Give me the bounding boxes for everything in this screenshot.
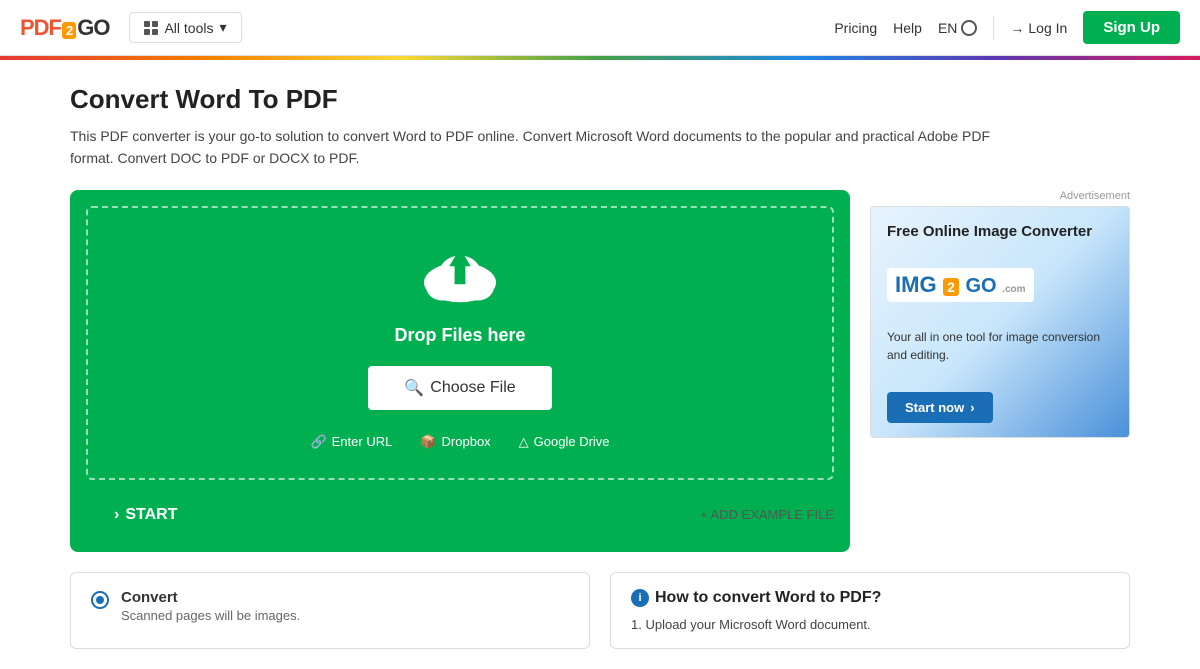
chevron-down-icon: ▾ (220, 19, 227, 36)
upload-options: 🔗 Enter URL 📦 Dropbox △ Google Drive (310, 434, 609, 450)
dropbox-icon: 📦 (420, 434, 436, 450)
start-label: START (125, 506, 177, 524)
howto-title: i How to convert Word to PDF? (631, 589, 1109, 607)
pricing-link[interactable]: Pricing (834, 20, 877, 36)
all-tools-button[interactable]: All tools ▾ (129, 12, 241, 43)
radio-inner (96, 596, 104, 604)
google-drive-icon: △ (519, 434, 529, 450)
signup-button[interactable]: Sign Up (1083, 11, 1180, 44)
login-label: Log In (1028, 20, 1067, 36)
upload-zone-wrap: Drop Files here 🔍 Choose File 🔗 Enter UR… (70, 190, 850, 552)
main-content: Convert Word To PDF This PDF converter i… (50, 60, 1150, 669)
enter-url-link[interactable]: 🔗 Enter URL (310, 434, 392, 450)
add-example-label: + ADD EXAMPLE FILE (700, 507, 834, 522)
dropbox-label: Dropbox (442, 434, 491, 449)
ad-panel: Advertisement Free Online Image Converte… (870, 190, 1130, 438)
ad-logo-suffix: GO (965, 275, 996, 297)
login-arrow-icon: → (1010, 20, 1024, 36)
ad-logo-img: IMG 2 GO .com (887, 268, 1034, 302)
choose-file-label: Choose File (430, 379, 515, 397)
ad-sub-text: Your all in one tool for image conversio… (887, 328, 1113, 364)
page-title: Convert Word To PDF (70, 84, 1130, 115)
header-right: Pricing Help EN → Log In Sign Up (834, 11, 1180, 44)
globe-icon (961, 20, 977, 36)
ad-headline: Free Online Image Converter (887, 221, 1092, 242)
convert-radio[interactable] (91, 591, 109, 609)
page-description: This PDF converter is your go-to solutio… (70, 125, 990, 170)
header: PDF2GO All tools ▾ Pricing Help EN → Log… (0, 0, 1200, 56)
ad-label: Advertisement (870, 190, 1130, 202)
ad-chevron-icon: › (970, 400, 974, 415)
login-button[interactable]: → Log In (1010, 20, 1067, 36)
convert-label: Convert (121, 589, 300, 606)
convert-text: Convert Scanned pages will be images. (121, 589, 300, 623)
google-drive-link[interactable]: △ Google Drive (519, 434, 610, 450)
howto-title-text: How to convert Word to PDF? (655, 589, 881, 607)
lang-label: EN (938, 20, 957, 36)
info-icon: i (631, 589, 649, 607)
language-button[interactable]: EN (938, 20, 977, 36)
enter-url-label: Enter URL (332, 434, 393, 449)
choose-file-button[interactable]: 🔍 Choose File (368, 366, 551, 410)
search-icon: 🔍 (404, 378, 424, 398)
google-drive-label: Google Drive (534, 434, 610, 449)
content-row: Drop Files here 🔍 Choose File 🔗 Enter UR… (70, 190, 1130, 552)
upload-zone[interactable]: Drop Files here 🔍 Choose File 🔗 Enter UR… (86, 206, 834, 480)
logo-pdf: PDF (20, 15, 61, 40)
ad-logo-img-text: IMG (895, 272, 937, 297)
all-tools-label: All tools (164, 20, 213, 36)
logo-go: GO (77, 15, 109, 40)
convert-panel-header: Convert Scanned pages will be images. (91, 589, 569, 623)
bottom-row: Convert Scanned pages will be images. i … (70, 572, 1130, 649)
convert-sublabel: Scanned pages will be images. (121, 608, 300, 623)
header-left: PDF2GO All tools ▾ (20, 12, 242, 43)
upload-cloud-icon (415, 238, 505, 311)
start-button[interactable]: › START (86, 494, 205, 536)
ad-content: Free Online Image Converter IMG 2 GO .co… (871, 207, 1129, 437)
ad-start-button[interactable]: Start now › (887, 392, 993, 423)
add-example-button[interactable]: + ADD EXAMPLE FILE (700, 507, 834, 522)
convert-panel: Convert Scanned pages will be images. (70, 572, 590, 649)
ad-top-text: Free Online Image Converter (887, 221, 1092, 242)
logo[interactable]: PDF2GO (20, 15, 109, 41)
link-icon: 🔗 (310, 434, 326, 450)
drop-files-text: Drop Files here (394, 325, 525, 346)
logo-box: 2 (62, 22, 76, 39)
grid-icon (144, 21, 158, 35)
help-link[interactable]: Help (893, 20, 922, 36)
ad-box: Free Online Image Converter IMG 2 GO .co… (870, 206, 1130, 438)
howto-panel: i How to convert Word to PDF? 1. Upload … (610, 572, 1130, 649)
dropbox-link[interactable]: 📦 Dropbox (420, 434, 490, 450)
ad-logo-row: IMG 2 GO .com (887, 268, 1034, 302)
header-divider (993, 16, 994, 40)
action-row: › START + ADD EXAMPLE FILE (86, 494, 834, 536)
ad-logo-dot: .com (1002, 284, 1025, 295)
ad-logo-num: 2 (943, 278, 959, 296)
ad-start-label: Start now (905, 400, 964, 415)
start-chevron-icon: › (114, 506, 119, 524)
